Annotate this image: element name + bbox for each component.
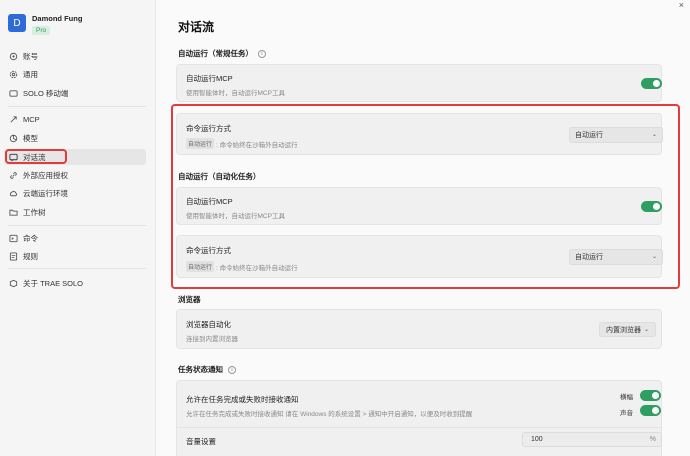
profile-name: Damond Fung [32,14,83,23]
sidebar-item-general[interactable]: 通用 [4,66,146,82]
sidebar-item-external-auth[interactable]: 外部应用授权 [4,167,146,183]
sidebar-item-label: 规则 [23,251,38,261]
folder-icon [9,209,18,216]
volume-label: 音量设置 [186,437,216,446]
sidebar-item-label: 模型 [23,133,38,143]
mobile-icon [9,89,18,97]
auto-mcp-toggle[interactable] [641,78,662,89]
sidebar-item-label: 工作树 [23,207,46,217]
sidebar-divider [8,268,146,269]
browser-select[interactable]: 内置浏览器 ⌄ [599,322,657,337]
gear-icon [9,70,18,78]
card-divider [177,427,661,428]
command-icon [9,234,18,242]
sidebar-item-label: 通用 [23,69,38,79]
section-browser: 浏览器 [178,294,201,305]
sidebar: D Damond Fung Pro 账号 通用 SOLO 移动端 MCP 模型 … [0,0,156,456]
banner-label: 横幅 [620,394,633,401]
volume-input[interactable]: 100 % [522,432,662,447]
close-icon[interactable]: × [679,0,684,10]
card-desc: 连接到内置浏览器 [186,336,238,343]
sidebar-item-label: 云端运行环境 [23,188,68,198]
sidebar-divider [8,225,146,226]
profile[interactable]: D Damond Fung Pro [8,12,82,35]
sidebar-item-worktree[interactable]: 工作树 [4,204,146,220]
card-auto-mcp-normal: 自动运行MCP 使用智能体时，自动运行MCP工具 [176,64,662,102]
sound-toggle[interactable] [640,405,661,416]
section-auto-normal: 自动运行（常规任务） i [178,48,266,59]
sidebar-item-label: 关于 TRAE SOLO [23,278,84,288]
sound-label: 声音 [620,410,633,417]
sidebar-item-label: SOLO 移动端 [23,88,69,98]
cube-icon [9,134,18,142]
banner-toggle[interactable] [640,390,661,401]
card-title: 浏览器自动化 [186,320,231,329]
info-icon[interactable]: i [228,365,236,374]
sidebar-item-mcp[interactable]: MCP [4,111,146,127]
cloud-icon [9,190,18,196]
section-notify: 任务状态通知 i [178,364,236,375]
sidebar-item-solo-mobile[interactable]: SOLO 移动端 [4,85,146,101]
sidebar-item-label: MCP [23,114,40,124]
sidebar-item-label: 命令 [23,233,38,243]
card-desc: 使用智能体时，自动运行MCP工具 [186,90,285,97]
chevron-down-icon: ⌄ [644,327,650,333]
section-title: 自动运行（常规任务） [178,49,253,58]
section-title: 任务状态通知 [178,365,223,374]
settings-icon [9,52,18,60]
about-icon [9,279,18,287]
mcp-icon [10,115,17,123]
card-browser-automation: 浏览器自动化 连接到内置浏览器 内置浏览器 ⌄ [176,309,662,349]
sidebar-divider [8,106,146,107]
avatar: D [8,14,26,32]
sidebar-item-about[interactable]: 关于 TRAE SOLO [4,275,146,291]
card-desc: 允许在任务完成或失败时接收通知 请在 Windows 的系统设置 > 通知中开启… [186,411,473,418]
plan-badge: Pro [32,26,51,35]
sidebar-item-account[interactable]: 账号 [4,48,146,64]
volume-value: 100 [531,436,543,443]
highlight-box-main [171,104,680,289]
sidebar-item-label: 外部应用授权 [23,170,68,180]
select-value: 内置浏览器 [606,326,641,334]
card-title: 自动运行MCP [186,74,233,83]
rules-icon [9,251,18,261]
page-title: 对话流 [178,20,215,34]
sidebar-item-label: 账号 [23,51,38,61]
link-icon [10,171,17,179]
sidebar-item-model[interactable]: 模型 [4,130,146,146]
section-title: 浏览器 [178,295,201,304]
sidebar-item-command[interactable]: 命令 [4,230,146,246]
volume-unit: % [649,436,656,443]
sidebar-item-rules[interactable]: 规则 [4,248,146,264]
sidebar-item-cloud-env[interactable]: 云端运行环境 [4,185,146,201]
highlight-box-nav [5,149,67,164]
card-title: 允许在任务完成或失败时接收通知 [186,395,299,404]
info-icon[interactable]: i [258,49,266,58]
